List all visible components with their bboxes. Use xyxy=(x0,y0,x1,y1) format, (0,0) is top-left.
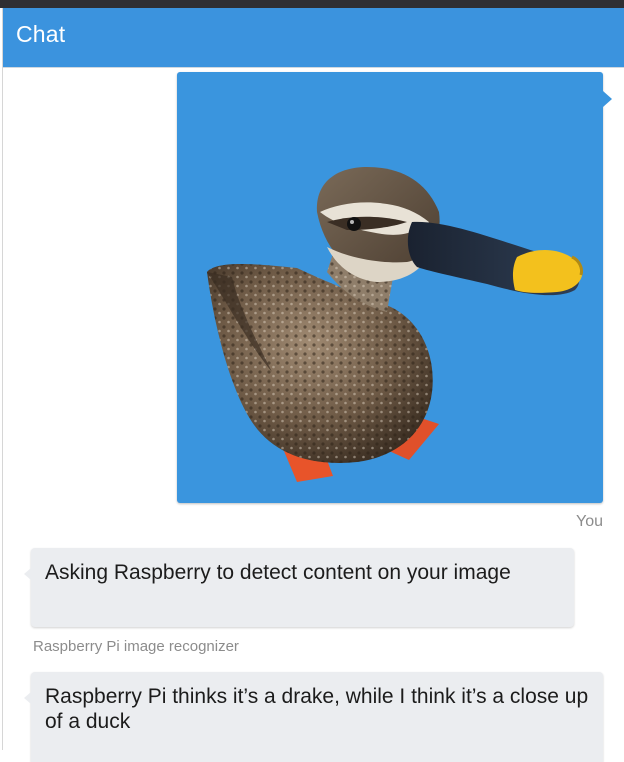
message-text: Asking Raspberry to detect content on yo… xyxy=(45,561,511,584)
bot-message-bubble: Raspberry Pi thinks it’s a drake, while … xyxy=(24,672,603,762)
duck-image xyxy=(207,167,583,482)
bot-message-bubble: Asking Raspberry to detect content on yo… xyxy=(24,548,574,627)
message-text: Raspberry Pi thinks it’s a drake, while … xyxy=(45,685,589,733)
image-message-bubble[interactable] xyxy=(177,72,612,503)
bubble-tail xyxy=(24,568,31,580)
bubble-tail xyxy=(24,692,31,704)
chat-panel: Chat You Asking Raspberry to detect cont… xyxy=(2,8,624,762)
message-author: Raspberry Pi image recognizer xyxy=(33,638,239,655)
message-author: You xyxy=(576,513,603,530)
chat-header: Chat xyxy=(3,8,624,68)
bubble-tail xyxy=(603,91,612,107)
window-top-bar xyxy=(0,0,624,8)
chat-title: Chat xyxy=(16,21,66,47)
